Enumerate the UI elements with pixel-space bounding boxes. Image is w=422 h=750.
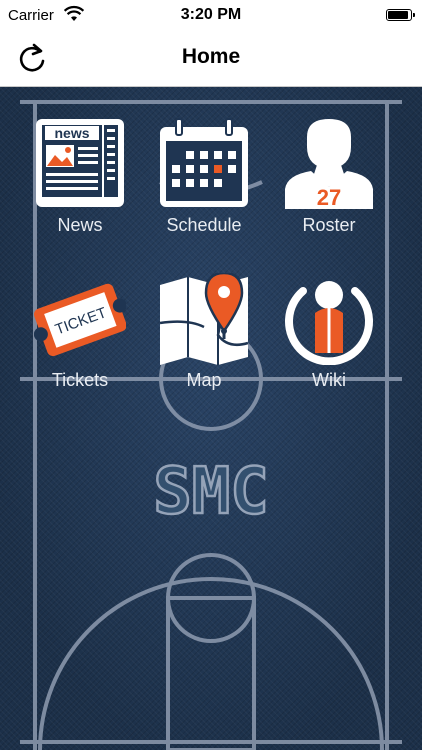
navigation-bar: Home <box>0 32 422 87</box>
newspaper-icon: news <box>36 119 124 207</box>
map-pin-icon <box>159 273 249 365</box>
battery-icon <box>386 9 415 21</box>
wiki-tile[interactable]: Wiki <box>274 273 384 393</box>
calendar-icon <box>160 118 248 207</box>
roster-tile[interactable]: 27 Roster <box>274 117 384 247</box>
roster-label: Roster <box>302 215 356 235</box>
news-label: News <box>57 215 103 235</box>
jersey-number: 27 <box>317 185 341 209</box>
tickets-label: Tickets <box>51 370 109 390</box>
wiki-logo-icon <box>285 281 373 365</box>
court-logo: SMC <box>153 455 269 529</box>
map-tile[interactable]: Map <box>149 273 259 393</box>
newspaper-masthead: news <box>54 125 89 141</box>
clock: 3:20 PM <box>180 6 242 23</box>
court-background: SMC news News Schedule 27 Roster TICKET … <box>0 87 422 750</box>
schedule-tile[interactable]: Schedule <box>149 117 259 247</box>
ticket-icon: TICKET <box>34 283 126 357</box>
tickets-tile[interactable]: TICKET Tickets <box>25 273 135 393</box>
status-bar: Carrier 3:20 PM <box>0 0 422 32</box>
player-jersey-icon: 27 <box>285 119 373 209</box>
page-title: Home <box>181 45 241 68</box>
map-label: Map <box>186 370 222 390</box>
news-tile[interactable]: news News <box>25 117 135 247</box>
wiki-label: Wiki <box>312 370 346 390</box>
schedule-label: Schedule <box>166 215 242 235</box>
battery-fill <box>388 11 408 19</box>
